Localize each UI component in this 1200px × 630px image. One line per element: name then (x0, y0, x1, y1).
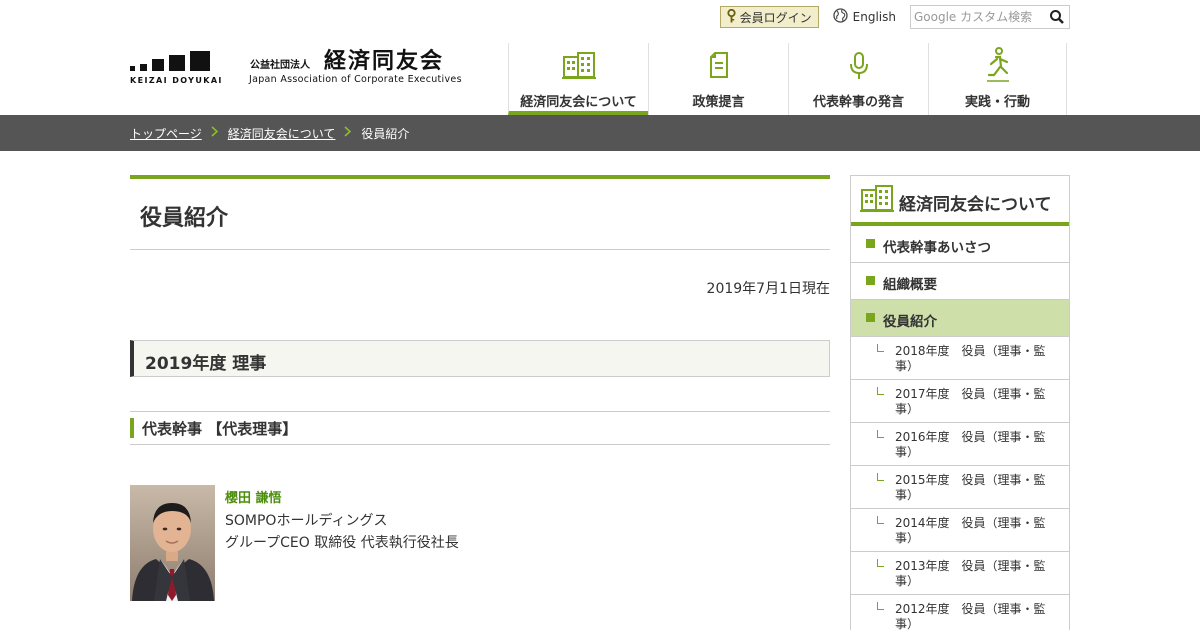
logo-org-name: 経済同友会 (324, 48, 445, 74)
key-icon (727, 8, 736, 26)
sidebar-item-greeting[interactable]: 代表幹事あいさつ (851, 226, 1069, 263)
global-nav: 経済同友会について 政策提言 代表幹事の発言 実践・行動 (508, 43, 1067, 115)
sidebar-subitem-2014[interactable]: 2014年度 役員（理事・監事） (851, 509, 1069, 552)
page-title-box: 役員紹介 (130, 175, 830, 250)
person-card: 櫻田 謙悟 SOMPOホールディングス グループCEO 取締役 代表執行役社長 (130, 485, 830, 601)
gnav-about[interactable]: 経済同友会について (508, 43, 648, 115)
sidebar-subitem-label: 2018年度 役員（理事・監事） (895, 344, 1046, 373)
sidebar-title: 経済同友会について (899, 195, 1052, 215)
english-link[interactable]: English (833, 8, 896, 26)
gnav-action[interactable]: 実践・行動 (928, 43, 1067, 115)
search-box (910, 5, 1070, 29)
logo-mark (130, 51, 210, 71)
sidebar-subitem-label: 2013年度 役員（理事・監事） (895, 559, 1046, 588)
sidebar-subitem-label: 2016年度 役員（理事・監事） (895, 430, 1046, 459)
person-name: 櫻田 謙悟 (225, 491, 282, 506)
corner-arrow-icon (877, 344, 884, 352)
chevron-right-icon (211, 126, 218, 140)
document-icon (708, 51, 730, 83)
sidebar-subitem-2018[interactable]: 2018年度 役員（理事・監事） (851, 337, 1069, 380)
gnav-statements-label: 代表幹事の発言 (812, 95, 904, 110)
section-heading: 2019年度 理事 (145, 354, 267, 374)
sidebar-item-label: 役員紹介 (883, 314, 937, 330)
microphone-icon (848, 51, 870, 85)
utility-bar: 会員ログイン English (719, 5, 1070, 29)
sidebar-item-officers[interactable]: 役員紹介 (851, 300, 1069, 337)
gnav-statements[interactable]: 代表幹事の発言 (788, 43, 928, 115)
sidebar-subitem-label: 2014年度 役員（理事・監事） (895, 516, 1046, 545)
sidebar: 経済同友会について 代表幹事あいさつ 組織概要 役員紹介 2018年度 役員（理… (850, 175, 1070, 630)
breadcrumb: トップページ 経済同友会について 役員紹介 (130, 115, 409, 151)
subsection-heading: 代表幹事 【代表理事】 (142, 420, 298, 438)
corner-arrow-icon (877, 430, 884, 438)
corner-arrow-icon (877, 473, 884, 481)
sidebar-header[interactable]: 経済同友会について (851, 176, 1069, 226)
sidebar-item-organization[interactable]: 組織概要 (851, 263, 1069, 300)
sidebar-subitem-label: 2017年度 役員（理事・監事） (895, 387, 1046, 416)
member-login-button[interactable]: 会員ログイン (719, 6, 819, 28)
main-content: 役員紹介 2019年7月1日現在 2019年度 理事 代表幹事 【代表理事】 櫻… (130, 175, 830, 601)
corner-arrow-icon (877, 602, 884, 610)
gnav-about-label: 経済同友会について (520, 95, 637, 110)
building-icon (561, 51, 596, 83)
gnav-action-label: 実践・行動 (964, 95, 1030, 110)
square-bullet-icon (866, 313, 875, 322)
sidebar-item-label: 組織概要 (883, 277, 937, 293)
search-icon[interactable] (1049, 9, 1065, 25)
logo-english-text: KEIZAI DOYUKAI (130, 76, 223, 85)
logo-subtitle: Japan Association of Corporate Executive… (249, 74, 462, 85)
breadcrumb-current: 役員紹介 (361, 126, 410, 141)
square-bullet-icon (866, 276, 875, 285)
sidebar-subitem-2017[interactable]: 2017年度 役員（理事・監事） (851, 380, 1069, 423)
sidebar-subitem-label: 2012年度 役員（理事・監事） (895, 602, 1046, 630)
as-of-date: 2019年7月1日現在 (706, 281, 830, 297)
sidebar-subitem-2012[interactable]: 2012年度 役員（理事・監事） (851, 595, 1069, 630)
breadcrumb-bar: トップページ 経済同友会について 役員紹介 (0, 115, 1200, 151)
sidebar-item-label: 代表幹事あいさつ (883, 240, 991, 256)
corner-arrow-icon (877, 387, 884, 395)
logo-org-type: 公益社団法人 (250, 60, 310, 71)
gnav-policy[interactable]: 政策提言 (648, 43, 788, 115)
square-bullet-icon (866, 239, 875, 248)
site-logo[interactable]: KEIZAI DOYUKAI 公益社団法人 経済同友会 Japan Associ… (130, 45, 475, 93)
member-login-label: 会員ログイン (739, 10, 812, 25)
page-title: 役員紹介 (140, 206, 229, 231)
globe-icon (833, 8, 848, 26)
breadcrumb-top[interactable]: トップページ (130, 125, 202, 142)
breadcrumb-about[interactable]: 経済同友会について (228, 125, 336, 142)
sidebar-subitem-label: 2015年度 役員（理事・監事） (895, 473, 1046, 502)
sidebar-subitem-2016[interactable]: 2016年度 役員（理事・監事） (851, 423, 1069, 466)
sidebar-subitem-2015[interactable]: 2015年度 役員（理事・監事） (851, 466, 1069, 509)
english-label: English (852, 10, 896, 24)
corner-arrow-icon (877, 559, 884, 567)
corner-arrow-icon (877, 516, 884, 524)
running-person-icon (983, 47, 1013, 87)
person-photo (130, 485, 215, 601)
person-title: グループCEO 取締役 代表執行役社長 (225, 535, 459, 551)
building-icon (860, 184, 894, 216)
person-organization: SOMPOホールディングス (225, 513, 388, 529)
gnav-policy-label: 政策提言 (692, 95, 745, 110)
chevron-right-icon (344, 126, 352, 140)
subsection-heading-box: 代表幹事 【代表理事】 (130, 411, 830, 445)
sidebar-subitem-2013[interactable]: 2013年度 役員（理事・監事） (851, 552, 1069, 595)
search-input[interactable] (911, 7, 1044, 27)
section-heading-box: 2019年度 理事 (130, 340, 830, 377)
